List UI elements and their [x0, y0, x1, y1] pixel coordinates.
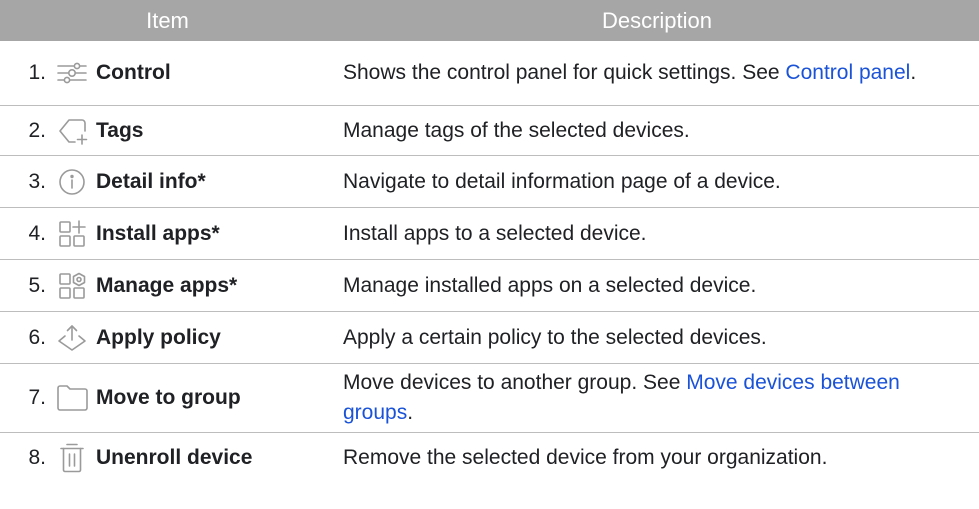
- row-description: Apply a certain policy to the selected d…: [343, 325, 767, 349]
- table-row: 4. Install apps* Install apps to a selec…: [0, 208, 979, 260]
- header-description: Description: [601, 7, 713, 33]
- trash-icon: [48, 441, 96, 475]
- install-apps-icon: [48, 217, 96, 251]
- table-row: 2. Tags Manage tags of the selected devi…: [0, 106, 979, 156]
- row-number: 5.: [28, 273, 46, 297]
- row-number: 8.: [28, 446, 46, 469]
- row-name: Apply policy: [96, 325, 221, 349]
- table-row: 5. Manage apps* Manage installed apps on…: [0, 260, 979, 312]
- tag-add-icon: [48, 114, 96, 148]
- control-panel-link[interactable]: Control panel: [785, 61, 910, 84]
- row-name: Move to group: [96, 386, 241, 409]
- row-name: Manage apps*: [96, 273, 238, 297]
- header-item: Item: [146, 7, 189, 33]
- apply-policy-icon: [48, 321, 96, 355]
- row-description: Move devices to another group. See Move …: [343, 371, 900, 424]
- row-number: 2.: [28, 118, 46, 142]
- table-row: 6. Apply policy Apply a certain policy t…: [0, 312, 979, 364]
- table-row: 8. Unenroll device Remove the selected d…: [0, 433, 979, 483]
- row-name: Tags: [96, 118, 144, 142]
- sliders-icon: [48, 56, 96, 90]
- row-name: Unenroll device: [96, 446, 253, 469]
- row-description: Manage installed apps on a selected devi…: [343, 273, 757, 297]
- row-number: 3.: [28, 169, 46, 193]
- manage-apps-icon: [48, 269, 96, 303]
- table-row: 1. Control Shows the control panel for q…: [0, 41, 979, 106]
- row-number: 4.: [28, 221, 46, 245]
- row-description: Shows the control panel for quick settin…: [343, 61, 917, 84]
- row-number: 7.: [28, 386, 46, 409]
- row-description: Manage tags of the selected devices.: [343, 118, 690, 142]
- row-name: Install apps*: [96, 221, 220, 245]
- row-description: Navigate to detail information page of a…: [343, 169, 781, 193]
- row-number: 6.: [28, 325, 46, 349]
- table-row: 7. Move to group Move devices to another…: [0, 364, 979, 433]
- table-header: Item Description: [0, 0, 979, 41]
- row-name: Detail info*: [96, 169, 206, 193]
- row-description: Remove the selected device from your org…: [343, 446, 828, 469]
- feature-table: Item Description 1. Control Shows the co…: [0, 0, 979, 483]
- row-name: Control: [96, 61, 171, 84]
- folder-icon: [48, 381, 96, 415]
- table-row: 3. Detail info* Navigate to detail infor…: [0, 156, 979, 208]
- info-icon: [48, 165, 96, 199]
- row-number: 1.: [28, 61, 46, 84]
- row-description: Install apps to a selected device.: [343, 221, 647, 245]
